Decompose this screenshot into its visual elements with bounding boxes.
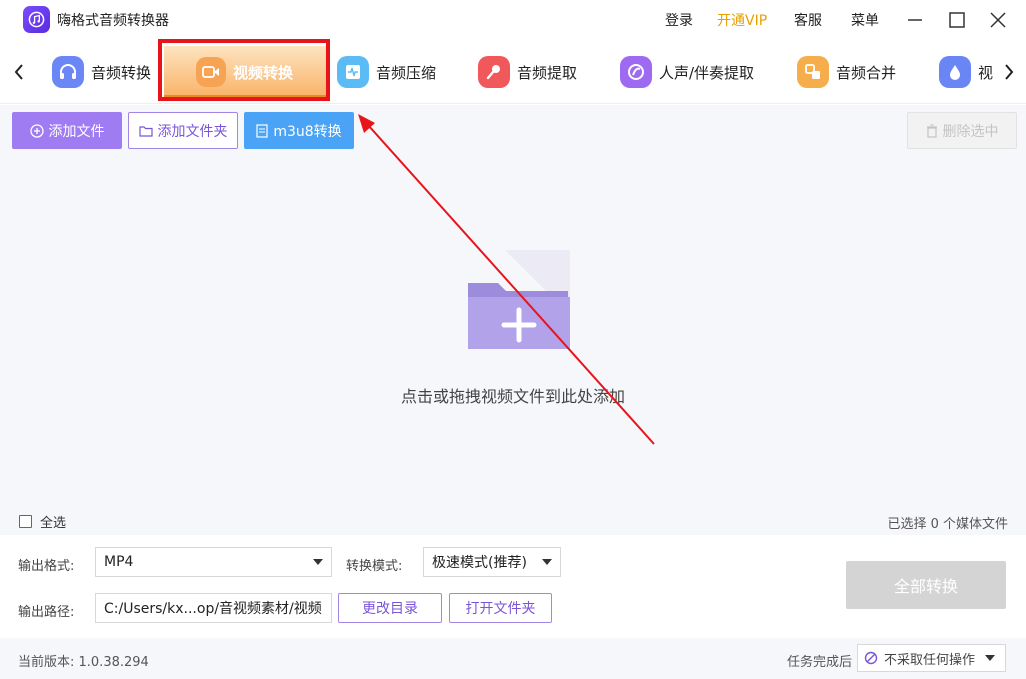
add-folder-label: 添加文件夹 bbox=[157, 123, 228, 140]
add-folder-drop-icon[interactable] bbox=[460, 245, 580, 365]
microphone-icon bbox=[478, 56, 510, 88]
chevron-down-icon bbox=[542, 559, 552, 565]
tab-scroll-right-icon[interactable] bbox=[999, 60, 1019, 84]
trash-icon bbox=[926, 123, 938, 138]
add-folder-button[interactable]: 添加文件夹 bbox=[128, 112, 238, 149]
select-all-label: 全选 bbox=[40, 516, 67, 531]
version-text: 当前版本: 1.0.38.294 bbox=[18, 655, 149, 670]
droplet-icon bbox=[939, 56, 971, 88]
app-logo-icon bbox=[23, 6, 50, 33]
convert-mode-select[interactable]: 极速模式(推荐) bbox=[423, 547, 561, 577]
minimize-icon[interactable] bbox=[903, 8, 927, 32]
prohibit-icon bbox=[864, 651, 878, 665]
checkbox-box[interactable] bbox=[19, 515, 32, 528]
title-bar: 嗨格式音频转换器 登录 开通VIP 客服 菜单 bbox=[0, 0, 1026, 40]
tab-voice-separate[interactable]: 人声/伴奏提取 bbox=[620, 52, 754, 92]
tab-label: 视 bbox=[978, 63, 994, 82]
merge-icon bbox=[797, 56, 829, 88]
delete-selected-button[interactable]: 删除选中 bbox=[907, 112, 1017, 149]
m3u8-convert-label: m3u8转换 bbox=[273, 123, 342, 140]
convert-mode-label: 转换模式: bbox=[346, 559, 403, 574]
tab-scroll-left-icon[interactable] bbox=[9, 60, 29, 84]
document-icon bbox=[256, 123, 268, 138]
tab-label: 音频合并 bbox=[836, 63, 897, 82]
change-directory-button[interactable]: 更改目录 bbox=[338, 593, 442, 623]
chevron-down-icon bbox=[313, 559, 323, 565]
after-task-label: 任务完成后 bbox=[787, 655, 853, 670]
support-link[interactable]: 客服 bbox=[794, 10, 822, 30]
chevron-down-icon bbox=[985, 655, 995, 661]
output-format-label: 输出格式: bbox=[18, 559, 75, 574]
tab-label: 音频提取 bbox=[517, 63, 578, 82]
voice-separate-icon bbox=[620, 56, 652, 88]
output-format-value: MP4 bbox=[104, 554, 134, 570]
convert-all-button[interactable]: 全部转换 bbox=[846, 561, 1006, 609]
tab-audio-compress[interactable]: 音频压缩 bbox=[337, 52, 436, 92]
plus-circle-icon bbox=[29, 123, 44, 138]
selected-count-text: 已选择 0 个媒体文件 bbox=[887, 517, 1008, 532]
convert-mode-value: 极速模式(推荐) bbox=[432, 555, 527, 571]
highlight-annotation-box bbox=[158, 39, 330, 101]
maximize-icon[interactable] bbox=[945, 8, 969, 32]
menu-link[interactable]: 菜单 bbox=[851, 10, 879, 30]
folder-icon bbox=[138, 125, 153, 137]
tab-audio-extract[interactable]: 音频提取 bbox=[478, 52, 577, 92]
tab-label: 音频压缩 bbox=[376, 63, 437, 82]
tab-label: 音频转换 bbox=[91, 63, 152, 82]
drop-zone-hint: 点击或拖拽视频文件到此处添加 bbox=[400, 387, 625, 406]
output-path-field[interactable]: C:/Users/kx...op/音视频素材/视频 bbox=[95, 593, 332, 623]
audio-compress-icon bbox=[337, 56, 369, 88]
after-task-value: 不采取任何操作 bbox=[884, 652, 976, 668]
select-all-checkbox[interactable]: 全选 bbox=[19, 512, 66, 531]
after-task-select[interactable]: 不采取任何操作 bbox=[857, 644, 1006, 672]
login-link[interactable]: 登录 bbox=[665, 10, 693, 30]
tab-video-partial[interactable]: 视 bbox=[939, 52, 993, 92]
tab-audio-merge[interactable]: 音频合并 bbox=[797, 52, 896, 92]
tab-audio-convert[interactable]: 音频转换 bbox=[52, 52, 151, 92]
output-path-label: 输出路径: bbox=[18, 605, 75, 620]
open-folder-button[interactable]: 打开文件夹 bbox=[449, 593, 552, 623]
app-title: 嗨格式音频转换器 bbox=[57, 13, 169, 29]
m3u8-convert-button[interactable]: m3u8转换 bbox=[244, 112, 354, 149]
close-icon[interactable] bbox=[986, 8, 1010, 32]
add-file-button[interactable]: 添加文件 bbox=[12, 112, 122, 149]
output-format-select[interactable]: MP4 bbox=[95, 547, 332, 577]
tab-label: 人声/伴奏提取 bbox=[659, 63, 755, 82]
headphones-icon bbox=[52, 56, 84, 88]
vip-link[interactable]: 开通VIP bbox=[717, 10, 767, 30]
delete-selected-label: 删除选中 bbox=[942, 123, 999, 140]
add-file-label: 添加文件 bbox=[48, 123, 105, 140]
